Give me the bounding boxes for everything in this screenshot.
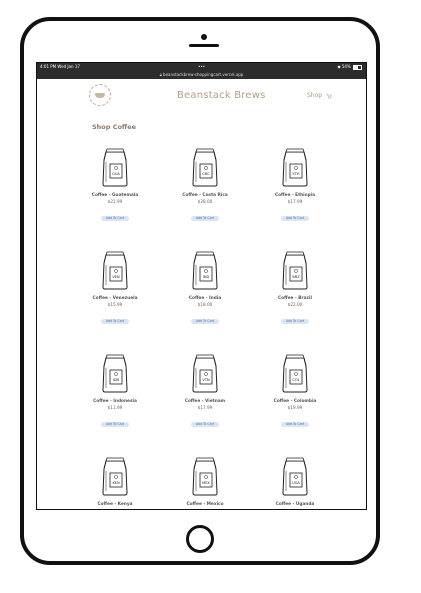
add-to-cart-button[interactable]: Add To Cart xyxy=(280,422,310,427)
product-name[interactable]: Coffee - Ethiopia xyxy=(250,193,340,198)
coffee-bag-icon: BRZ xyxy=(282,251,308,290)
product-card: CRC Coffee - Costa Rica $28.00 Add To Cart xyxy=(160,138,250,241)
bag-label: IND xyxy=(203,275,210,279)
product-card: ETH Coffee - Ethiopia $17.99 Add To Cart xyxy=(250,138,340,241)
battery-percent: 54% xyxy=(341,64,351,69)
product-grid: GUA Coffee - Guatemala $21.99 Add To Cart CR… xyxy=(70,138,340,509)
product-name[interactable]: Coffee - Indonesia xyxy=(70,399,160,404)
bag-label: VEN xyxy=(112,275,120,279)
product-name[interactable]: Coffee - Kenya xyxy=(70,502,160,507)
add-to-cart-button[interactable]: Add To Cart xyxy=(100,422,130,427)
product-name[interactable]: Coffee - Guatemala xyxy=(70,193,160,198)
cart-icon xyxy=(326,93,332,98)
product-name[interactable]: Coffee - Vietnam xyxy=(160,399,250,404)
coffee-bag-icon: VEN xyxy=(102,251,128,290)
product-name[interactable]: Coffee - Venezuela xyxy=(70,296,160,301)
product-price: $11.99 xyxy=(107,405,123,410)
coffee-bag-icon: IND xyxy=(192,251,218,290)
shop-link[interactable]: Shop xyxy=(307,92,332,99)
coffee-cup-icon xyxy=(95,93,105,98)
product-card: COL Coffee - Colombia $19.99 Add To Cart xyxy=(250,344,340,447)
add-to-cart-button[interactable]: Add To Cart xyxy=(190,216,220,221)
coffee-bag-icon: IDN xyxy=(102,354,128,393)
bag-label: COL xyxy=(292,378,299,382)
speaker-grille xyxy=(189,44,219,47)
add-to-cart-button[interactable]: Add To Cart xyxy=(190,422,220,427)
add-to-cart-button[interactable]: Add To Cart xyxy=(280,319,310,324)
url-text: beanstackbrew-shoppingcart.vercel.app xyxy=(163,72,244,77)
product-price: $17.99 xyxy=(197,405,213,410)
bag-label: KEN xyxy=(112,481,120,485)
product-card: IND Coffee - India $18.00 Add To Cart xyxy=(160,241,250,344)
product-name[interactable]: Coffee - Costa Rica xyxy=(160,193,250,198)
shop-label: Shop xyxy=(306,92,323,99)
status-dots: ••• xyxy=(197,64,206,69)
coffee-bag-icon: MEX xyxy=(192,457,218,496)
screen: 4:01 PM Wed Jan 17 ••• ◆ 54% 🔒︎ beanstac… xyxy=(36,62,367,510)
add-to-cart-button[interactable]: Add To Cart xyxy=(280,216,310,221)
add-to-cart-button[interactable]: Add To Cart xyxy=(190,319,220,324)
product-card: UGA Coffee - Uganda xyxy=(250,447,340,509)
product-name[interactable]: Coffee - Mexico xyxy=(160,502,250,507)
product-price: $28.00 xyxy=(197,199,213,204)
lock-icon: 🔒︎ xyxy=(159,72,162,77)
product-card: IDN Coffee - Indonesia $11.99 Add To Cart xyxy=(70,344,160,447)
product-card: MEX Coffee - Mexico xyxy=(160,447,250,509)
product-name[interactable]: Coffee - Brazil xyxy=(250,296,340,301)
coffee-bag-icon: CRC xyxy=(192,148,218,187)
product-price: $22.00 xyxy=(287,302,303,307)
product-name[interactable]: Coffee - Colombia xyxy=(250,399,340,404)
url-bar[interactable]: 🔒︎ beanstackbrew-shoppingcart.vercel.app xyxy=(37,71,366,79)
section-title: Shop Coffee xyxy=(92,123,137,131)
coffee-bag-icon: KEN xyxy=(102,457,128,496)
brand-title[interactable]: Beanstack Brews xyxy=(177,90,266,101)
product-price: $15.99 xyxy=(107,302,123,307)
brand-logo[interactable] xyxy=(89,84,111,106)
wifi-icon: ◆ xyxy=(337,64,341,69)
bag-label: CRC xyxy=(202,172,210,176)
camera-icon xyxy=(201,34,207,40)
coffee-bag-icon: UGA xyxy=(282,457,308,496)
bag-label: GUA xyxy=(112,172,120,176)
page-header: Beanstack Brews Shop xyxy=(37,79,366,111)
status-bar: 4:01 PM Wed Jan 17 ••• ◆ 54% xyxy=(37,63,366,71)
coffee-bag-icon: GUA xyxy=(102,148,128,187)
status-right: ◆ 54% xyxy=(337,63,362,71)
product-card: GUA Coffee - Guatemala $21.99 Add To Cart xyxy=(70,138,160,241)
add-to-cart-button[interactable]: Add To Cart xyxy=(100,216,130,221)
product-price: $19.99 xyxy=(287,405,303,410)
add-to-cart-button[interactable]: Add To Cart xyxy=(100,319,130,324)
bag-label: VTN xyxy=(202,378,210,382)
product-card: KEN Coffee - Kenya xyxy=(70,447,160,509)
bag-label: UGA xyxy=(292,481,300,485)
product-name[interactable]: Coffee - Uganda xyxy=(250,502,340,507)
bag-label: MEX xyxy=(202,481,210,485)
product-name[interactable]: Coffee - India xyxy=(160,296,250,301)
product-card: VTN Coffee - Vietnam $17.99 Add To Cart xyxy=(160,344,250,447)
coffee-bag-icon: ETH xyxy=(282,148,308,187)
product-price: $21.99 xyxy=(107,199,123,204)
home-button[interactable] xyxy=(186,525,214,553)
coffee-bag-icon: VTN xyxy=(192,354,218,393)
battery-icon xyxy=(353,64,362,70)
product-price: $18.00 xyxy=(197,302,213,307)
product-card: VEN Coffee - Venezuela $15.99 Add To Cart xyxy=(70,241,160,344)
coffee-bag-icon: COL xyxy=(282,354,308,393)
bag-label: BRZ xyxy=(292,275,300,279)
product-card: BRZ Coffee - Brazil $22.00 Add To Cart xyxy=(250,241,340,344)
product-price: $17.99 xyxy=(287,199,303,204)
tablet-frame: 4:01 PM Wed Jan 17 ••• ◆ 54% 🔒︎ beanstac… xyxy=(20,17,380,565)
bag-label: IDN xyxy=(113,378,120,382)
bag-label: ETH xyxy=(293,172,300,176)
